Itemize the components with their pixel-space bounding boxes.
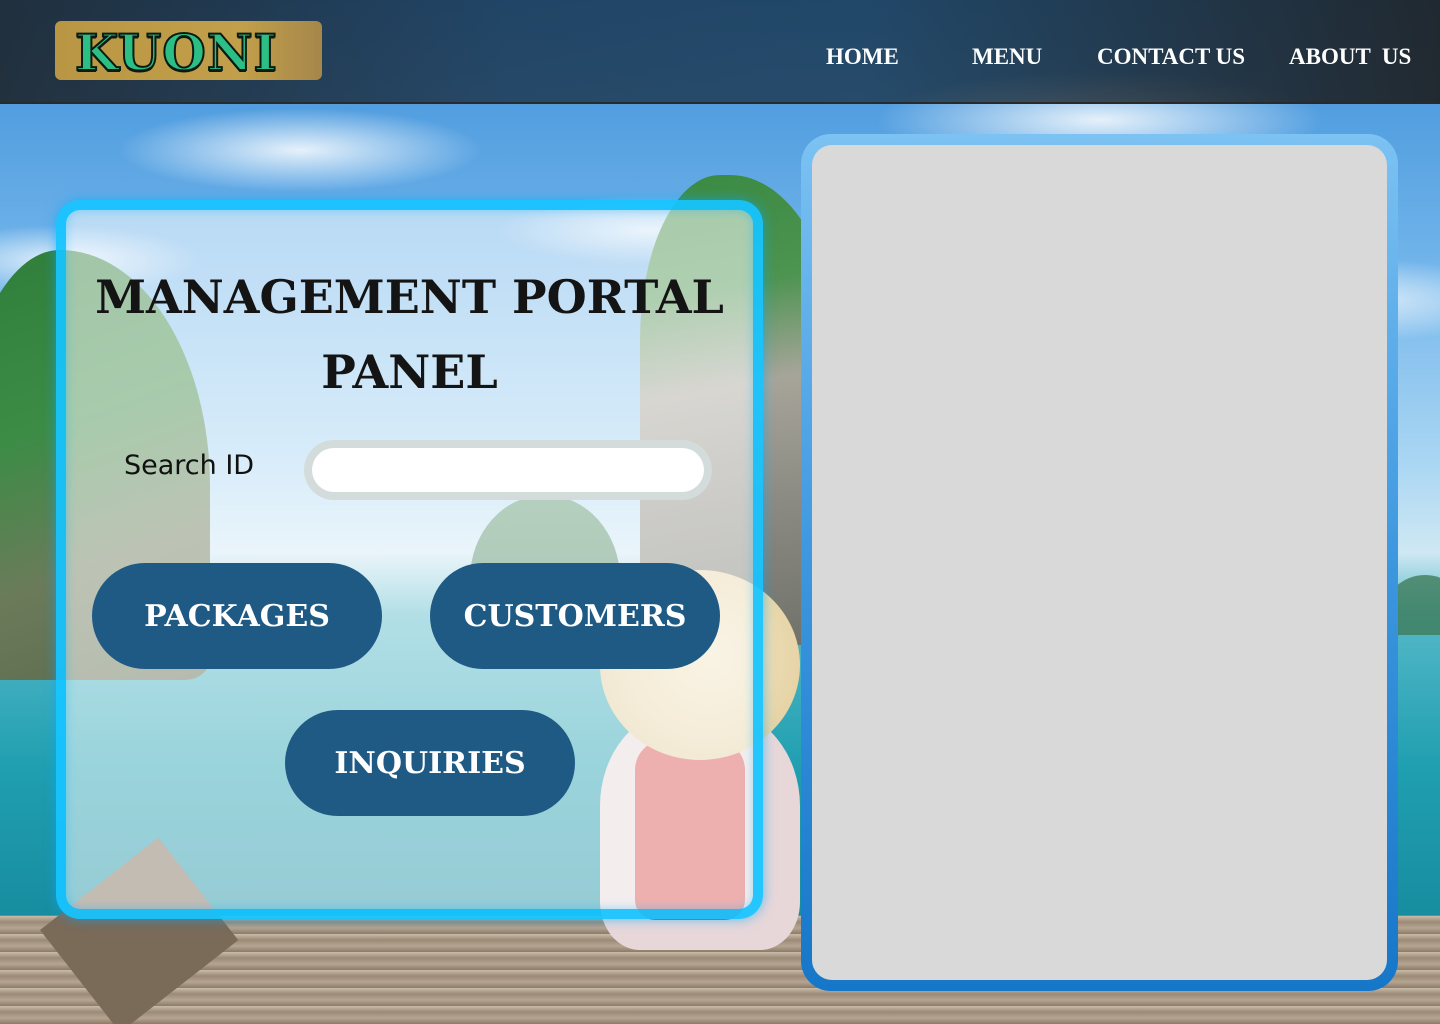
brand-logo-text: KUONI (74, 22, 278, 83)
search-id-label: Search ID (124, 450, 255, 481)
nav-contact-link[interactable]: CONTACT US (1097, 44, 1245, 70)
inquiries-button[interactable]: INQUIRIES (285, 710, 575, 816)
panel-title-line1: MANAGEMENT PORTAL (95, 270, 724, 324)
results-panel-content (812, 145, 1387, 980)
panel-title-line2: PANEL (321, 345, 498, 399)
nav-about-link[interactable]: ABOUT US (1289, 44, 1411, 70)
nav-home-link[interactable]: HOME (826, 44, 899, 70)
top-navbar: KUONI HOME MENU CONTACT US ABOUT US (0, 0, 1440, 104)
results-panel (801, 134, 1398, 991)
packages-button[interactable]: PACKAGES (92, 563, 382, 669)
nav-menu-link[interactable]: MENU (972, 44, 1042, 70)
brand-logo[interactable]: KUONI (55, 21, 322, 83)
customers-button[interactable]: CUSTOMERS (430, 563, 720, 669)
search-id-input[interactable] (304, 440, 712, 500)
